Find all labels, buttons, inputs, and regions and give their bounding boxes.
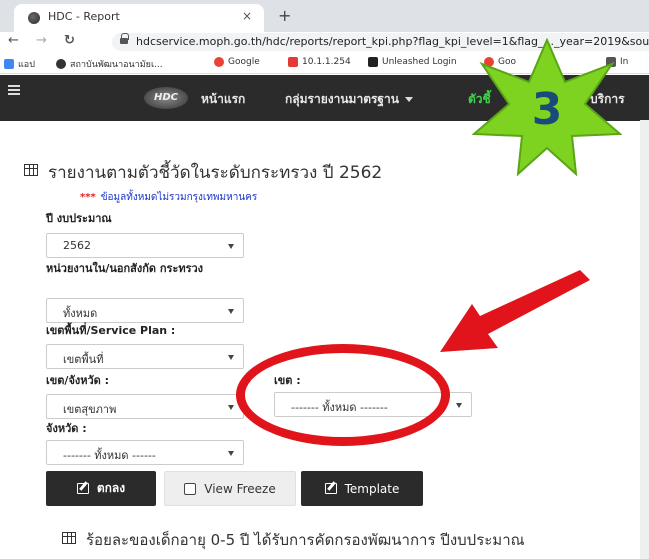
- ok-button-label: ตกลง: [96, 481, 126, 495]
- table-icon: [62, 532, 76, 544]
- unleashed-icon: [368, 57, 378, 67]
- checkbox-icon: [184, 482, 197, 495]
- highlight-circle: [236, 344, 450, 446]
- reload-icon[interactable]: ↻: [64, 33, 75, 48]
- browser-tab-strip: HDC - Report × +: [0, 0, 649, 32]
- page-title: รายงานตามตัวชี้วัดในระดับกระทรวง ปี 2562: [48, 163, 383, 183]
- template-button[interactable]: Template: [301, 471, 423, 506]
- bookmark-label: สถาบันพัฒนาอนามัยเ...: [70, 60, 163, 70]
- template-button-label: Template: [344, 481, 400, 496]
- agency-label: หน่วยงานใน/นอกสังกัด กระทรวง: [46, 262, 204, 275]
- nav-standard-reports-label: กลุ่มรายงานมาตรฐาน: [285, 92, 399, 106]
- note-stars: ***: [80, 192, 96, 203]
- budget-year-select[interactable]: 2562: [46, 233, 244, 258]
- github-icon: [56, 59, 66, 69]
- view-freeze-label: View Freeze: [204, 481, 276, 496]
- note-text: ข้อมูลทั้งหมดไม่รวมกรุงเทพมหานคร: [100, 192, 258, 203]
- section-title: ร้อยละของเด็กอายุ 0-5 ปี ได้รับการคัดกรอ…: [86, 531, 525, 549]
- data-note: *** ข้อมูลทั้งหมดไม่รวมกรุงเทพมหานคร: [80, 190, 257, 205]
- dropdown-arrow-icon: [228, 355, 234, 360]
- province-value: ------- ทั้งหมด ------: [63, 449, 156, 462]
- province-select[interactable]: ------- ทั้งหมด ------: [46, 440, 244, 465]
- bookmark-institute[interactable]: สถาบันพัฒนาอนามัยเ...: [56, 57, 163, 71]
- step-number-star: 3: [472, 38, 622, 176]
- province-label: จังหวัด :: [46, 422, 87, 435]
- forward-arrow-icon[interactable]: →: [36, 33, 47, 48]
- bookmark-unleashed[interactable]: Unleashed Login: [368, 57, 457, 67]
- ok-button[interactable]: ตกลง: [46, 471, 156, 506]
- budget-year-label: ปี งบประมาณ: [46, 212, 112, 225]
- bookmark-label: Google: [228, 57, 260, 67]
- browser-tab[interactable]: HDC - Report ×: [14, 4, 264, 32]
- nav-home[interactable]: หน้าแรก: [201, 90, 245, 109]
- bookmark-label: Unleashed Login: [382, 57, 457, 67]
- table-icon: [24, 164, 38, 176]
- tab-title: HDC - Report: [48, 10, 120, 23]
- new-tab-button[interactable]: +: [278, 6, 291, 25]
- router-icon: [288, 57, 298, 67]
- scrollbar[interactable]: [640, 120, 649, 559]
- bookmark-apps[interactable]: แอป: [4, 57, 35, 71]
- lock-icon: [120, 33, 129, 45]
- region-value: เขตสุขภาพ: [63, 403, 117, 416]
- caret-down-icon: [405, 97, 413, 102]
- bookmark-google[interactable]: Google: [214, 57, 260, 67]
- step-number: 3: [532, 84, 563, 135]
- dropdown-arrow-icon: [228, 244, 234, 249]
- region-label: เขต/จังหวัด :: [46, 374, 110, 387]
- google-icon: [214, 57, 224, 67]
- dropdown-arrow-icon: [456, 403, 462, 408]
- view-freeze-button[interactable]: View Freeze: [164, 471, 296, 506]
- area-label: เขตพื้นที่/Service Plan :: [46, 324, 176, 337]
- region-select[interactable]: เขตสุขภาพ: [46, 394, 244, 419]
- area-select[interactable]: เขตพื้นที่: [46, 344, 244, 369]
- apps-grid-icon: [4, 59, 14, 69]
- area-value: เขตพื้นที่: [63, 353, 104, 366]
- hamburger-menu-icon[interactable]: [8, 85, 20, 95]
- bookmark-ip[interactable]: 10.1.1.254: [288, 57, 351, 67]
- edit-icon: [76, 483, 89, 494]
- back-arrow-icon[interactable]: ←: [8, 33, 19, 48]
- hdc-logo[interactable]: HDC: [144, 87, 188, 109]
- nav-standard-reports[interactable]: กลุ่มรายงานมาตรฐาน: [285, 90, 413, 109]
- dropdown-arrow-icon: [228, 405, 234, 410]
- red-arrow-icon: [440, 270, 590, 352]
- bookmark-label: แอป: [18, 60, 35, 70]
- bookmark-label: 10.1.1.254: [302, 57, 351, 67]
- edit-icon: [324, 483, 337, 494]
- dropdown-arrow-icon: [228, 309, 234, 314]
- close-tab-icon[interactable]: ×: [242, 9, 252, 23]
- agency-select[interactable]: ทั้งหมด: [46, 298, 244, 323]
- site-favicon-icon: [28, 12, 40, 24]
- dropdown-arrow-icon: [228, 451, 234, 456]
- agency-value: ทั้งหมด: [63, 307, 98, 320]
- budget-year-value: 2562: [63, 239, 91, 252]
